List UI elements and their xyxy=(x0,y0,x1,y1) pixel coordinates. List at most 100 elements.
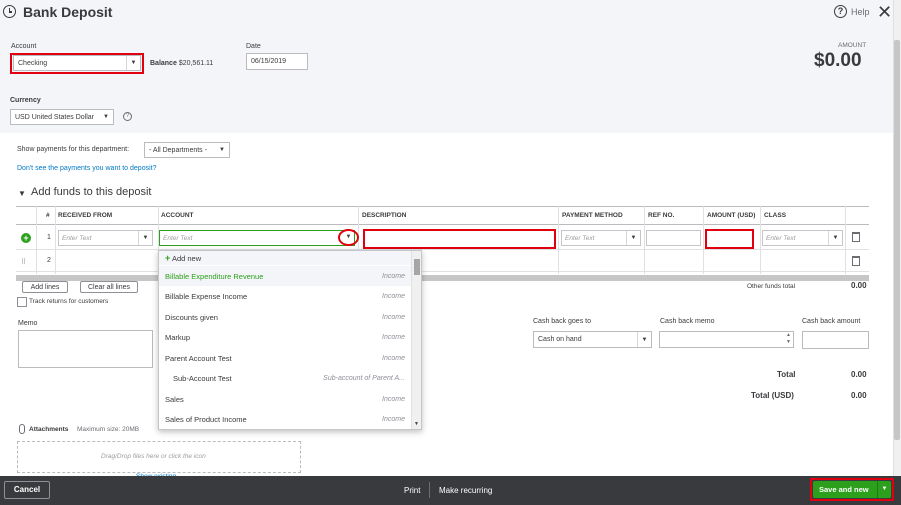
chevron-down-icon[interactable]: ▼ xyxy=(215,143,229,157)
add-new-option[interactable]: + Add new xyxy=(159,251,411,265)
dropdown-item[interactable]: Sales of Product Income Income xyxy=(159,410,411,430)
clear-lines-button[interactable]: Clear all lines xyxy=(80,281,138,293)
vertical-scrollbar-thumb[interactable] xyxy=(894,40,900,440)
history-icon[interactable] xyxy=(3,5,16,18)
received-from-input[interactable]: Enter Text ▼ xyxy=(58,230,153,246)
row-number: 1 xyxy=(47,234,51,241)
cashback-goes-to-value: Cash on hand xyxy=(538,336,582,343)
memo-textarea[interactable] xyxy=(18,330,153,368)
dropdown-item[interactable]: Billable Expense Income Income xyxy=(159,287,411,307)
save-and-new-button[interactable]: Save and new ▼ xyxy=(813,481,891,498)
col-class: CLASS xyxy=(764,212,787,219)
total-usd-label: Total (USD) xyxy=(751,391,794,400)
cashback-memo-input[interactable]: ▲ ▼ xyxy=(659,331,794,348)
account-select[interactable]: Checking ▼ xyxy=(13,55,141,71)
account-dropdown-toggle[interactable]: ▼ xyxy=(338,229,359,246)
dropdown-scrollbar[interactable]: ▼ xyxy=(411,251,421,429)
section-title: Add funds to this deposit xyxy=(31,186,152,198)
chevron-down-icon[interactable]: ▼ xyxy=(99,110,113,124)
date-label: Date xyxy=(246,43,261,50)
row-number: 2 xyxy=(47,257,51,264)
close-icon[interactable]: ✕ xyxy=(877,3,892,21)
other-funds-total-value: 0.00 xyxy=(851,281,867,290)
chevron-down-icon[interactable]: ▼ xyxy=(138,231,152,245)
department-label: Show payments for this department: xyxy=(17,146,130,153)
attachment-dropzone[interactable]: Drag/Drop files here or click the icon xyxy=(17,441,301,473)
page-title: Bank Deposit xyxy=(23,4,113,20)
cancel-button[interactable]: Cancel xyxy=(4,481,50,499)
amount-label: AMOUNT xyxy=(838,42,867,49)
dropzone-text: Drag/Drop files here or click the icon xyxy=(101,453,206,460)
cashback-amount-label: Cash back amount xyxy=(802,318,861,325)
balance-value: $20,561.11 xyxy=(178,60,214,67)
currency-label: Currency xyxy=(10,97,41,104)
ref-no-input[interactable] xyxy=(646,230,701,246)
footer-divider xyxy=(429,482,430,498)
dropdown-item[interactable]: Sub-Account Test Sub-account of Parent A… xyxy=(159,369,411,389)
currency-select[interactable]: USD United States Dollar ▼ xyxy=(10,109,114,125)
trash-icon[interactable] xyxy=(852,256,860,266)
chevron-down-icon[interactable]: ▼ xyxy=(126,56,140,70)
chevron-down-icon[interactable]: ▼ xyxy=(828,231,842,245)
make-recurring-link[interactable]: Make recurring xyxy=(439,486,492,495)
currency-value: USD United States Dollar xyxy=(15,113,94,121)
dropdown-item[interactable]: Markup Income xyxy=(159,328,411,348)
save-and-new-label: Save and new xyxy=(819,485,869,494)
department-value: - All Departments - xyxy=(149,146,207,154)
add-row-icon[interactable]: + xyxy=(21,233,31,243)
department-select[interactable]: - All Departments - ▼ xyxy=(144,142,230,158)
memo-label: Memo xyxy=(18,320,38,327)
plus-icon: + xyxy=(165,253,171,263)
track-returns-checkbox[interactable] xyxy=(17,297,27,307)
col-payment-method: PAYMENT METHOD xyxy=(562,212,623,219)
col-amount: AMOUNT (USD) xyxy=(707,212,756,219)
total-value: 0.00 xyxy=(851,370,867,379)
dropdown-item[interactable]: Sales Income xyxy=(159,389,411,409)
table-row xyxy=(16,250,869,272)
track-returns-label: Track returns for customers xyxy=(29,298,109,305)
help-icon[interactable]: ? xyxy=(834,5,847,18)
total-usd-value: 0.00 xyxy=(851,391,867,400)
cashback-goes-to-label: Cash back goes to xyxy=(533,318,591,325)
amount-value: $0.00 xyxy=(814,50,862,71)
dropdown-item[interactable]: Discounts given Income xyxy=(159,307,411,327)
print-link[interactable]: Print xyxy=(404,486,420,495)
class-input[interactable]: Enter Text ▼ xyxy=(762,230,843,246)
date-input[interactable]: 06/15/2019 xyxy=(246,53,308,70)
missing-payments-link[interactable]: Don't see the payments you want to depos… xyxy=(17,165,156,172)
cashback-memo-label: Cash back memo xyxy=(660,318,715,325)
trash-icon[interactable] xyxy=(852,232,860,242)
col-received-from: RECEIVED FROM xyxy=(58,212,113,219)
chevron-down-icon[interactable]: ▼ xyxy=(637,332,651,347)
other-funds-total-label: Other funds total xyxy=(747,283,796,290)
total-label: Total xyxy=(777,370,796,379)
account-label: Account xyxy=(11,43,37,50)
chevron-down-icon[interactable]: ▼ xyxy=(877,481,891,498)
help-link[interactable]: Help xyxy=(851,7,870,17)
amount-input[interactable] xyxy=(705,229,754,249)
account-cell-input[interactable]: Enter Text xyxy=(159,230,355,246)
attachments-label: Attachments xyxy=(29,426,69,433)
col-description: DESCRIPTION xyxy=(362,212,407,219)
balance-label: Balance $20,561.11 xyxy=(150,60,214,67)
account-dropdown: + Add new Billable Expenditure Revenue I… xyxy=(158,250,422,430)
dropdown-item[interactable]: Parent Account Test Income xyxy=(159,348,411,368)
account-value: Checking xyxy=(18,59,48,67)
section-collapse-icon[interactable]: ▼ xyxy=(18,189,26,198)
dropdown-item[interactable]: Billable Expenditure Revenue Income xyxy=(159,266,411,286)
cashback-amount-input[interactable] xyxy=(802,331,869,349)
col-account: ACCOUNT xyxy=(161,212,194,219)
horizontal-scrollbar[interactable] xyxy=(16,275,869,281)
col-num: # xyxy=(46,212,50,219)
chevron-down-icon[interactable]: ▼ xyxy=(626,231,640,245)
drag-handle-icon[interactable]: ⠿ xyxy=(21,258,26,266)
payment-method-input[interactable]: Enter Text ▼ xyxy=(561,230,641,246)
add-lines-button[interactable]: Add lines xyxy=(22,281,68,293)
stepper-icon[interactable]: ▲ ▼ xyxy=(786,332,791,346)
cashback-goes-to-select[interactable]: Cash on hand ▼ xyxy=(533,331,652,348)
attachments-max-size: Maximum size: 20MB xyxy=(77,426,140,433)
col-ref-no: REF NO. xyxy=(648,212,675,219)
paperclip-icon xyxy=(19,424,25,434)
currency-info-icon[interactable]: ? xyxy=(123,112,132,121)
description-input[interactable] xyxy=(363,229,556,249)
